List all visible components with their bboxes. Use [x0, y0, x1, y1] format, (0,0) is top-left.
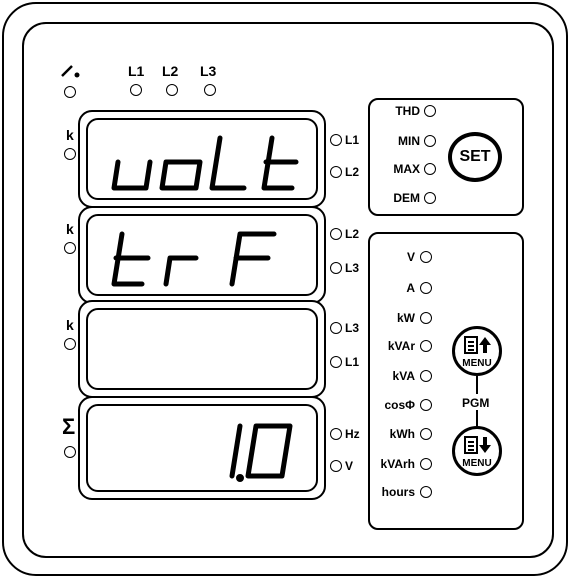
row4-segment-text	[229, 423, 293, 482]
unit-led-kvar	[420, 340, 432, 352]
row3-right-label-2: L1	[345, 355, 360, 369]
menu-up-button[interactable]: MENU	[452, 326, 502, 376]
phase-label-l3: L3	[200, 63, 217, 79]
mode-led-thd	[424, 105, 436, 117]
unit-led-hours	[420, 486, 432, 498]
unit-label-v: V	[406, 250, 415, 264]
phase-led-l3	[204, 84, 216, 96]
unit-led-kva	[420, 370, 432, 382]
row3-right-led-2	[330, 356, 342, 368]
row2-right-led-1	[330, 228, 342, 240]
switch-open-icon	[61, 65, 80, 78]
lcd-row-1	[78, 110, 326, 208]
row4-right-led-1	[330, 428, 342, 440]
mode-led-min	[424, 135, 436, 147]
unit-led-kwh	[420, 428, 432, 440]
unit-label-a: A	[406, 281, 415, 295]
row4-prefix-sigma: Σ	[62, 414, 76, 439]
mode-label-dem: DEM	[393, 191, 420, 205]
unit-label-kw: kW	[397, 311, 415, 325]
row2-prefix: k	[66, 221, 74, 237]
menu-up-label: MENU	[462, 358, 492, 369]
unit-led-a	[420, 282, 432, 294]
row3-prefix-led	[64, 338, 76, 350]
row1-prefix-led	[64, 148, 76, 160]
unit-label-kvarh: kVArh	[380, 457, 415, 471]
unit-label-kwh: kWh	[389, 427, 415, 441]
row1-right-label-1: L1	[345, 133, 360, 147]
unit-led-kw	[420, 312, 432, 324]
lcd-row-2	[78, 206, 326, 304]
lcd-row-3	[78, 300, 326, 398]
row1-right-led-1	[330, 134, 342, 146]
unit-label-kvar: kVAr	[387, 339, 415, 353]
row2-prefix-led	[64, 242, 76, 254]
mode-led-dem	[424, 192, 436, 204]
unit-led-v	[420, 251, 432, 263]
menu-down-button[interactable]: MENU	[452, 426, 502, 476]
menu-down-icon	[464, 436, 491, 454]
unit-label-hours: hours	[381, 485, 415, 499]
mode-label-min: MIN	[398, 134, 420, 148]
pgm-connector-bottom	[476, 410, 478, 426]
row1-right-label-2: L2	[345, 165, 360, 179]
row4-right-led-2	[330, 460, 342, 472]
menu-down-label: MENU	[462, 458, 492, 469]
unit-led-cosphi	[420, 399, 432, 411]
pgm-connector-top	[476, 376, 478, 394]
row4-prefix-led	[64, 446, 76, 458]
row3-right-led-1	[330, 322, 342, 334]
mode-label-thd: THD	[395, 104, 420, 118]
pgm-label: PGM	[462, 396, 490, 410]
row1-prefix: k	[66, 127, 74, 143]
set-button[interactable]: SET	[448, 132, 502, 182]
row2-right-label-1: L2	[345, 227, 360, 241]
menu-up-icon	[464, 336, 491, 354]
mode-label-max: MAX	[393, 162, 420, 176]
phase-led-l1	[130, 84, 142, 96]
row2-segment-text	[111, 231, 277, 287]
row3-prefix: k	[66, 317, 74, 333]
mode-led-max	[424, 163, 436, 175]
row1-right-led-2	[330, 166, 342, 178]
unit-label-cosphi: cosΦ	[384, 398, 415, 412]
lcd-row-4	[78, 396, 326, 500]
phase-label-l1: L1	[128, 63, 145, 79]
phase-led-l2	[166, 84, 178, 96]
row1-segment-text	[111, 135, 299, 191]
unit-label-kva: kVA	[392, 369, 415, 383]
breaker-led	[64, 86, 76, 98]
unit-led-kvarh	[420, 458, 432, 470]
phase-label-l2: L2	[162, 63, 179, 79]
row4-right-label-2: V	[345, 459, 354, 473]
row2-right-led-2	[330, 262, 342, 274]
